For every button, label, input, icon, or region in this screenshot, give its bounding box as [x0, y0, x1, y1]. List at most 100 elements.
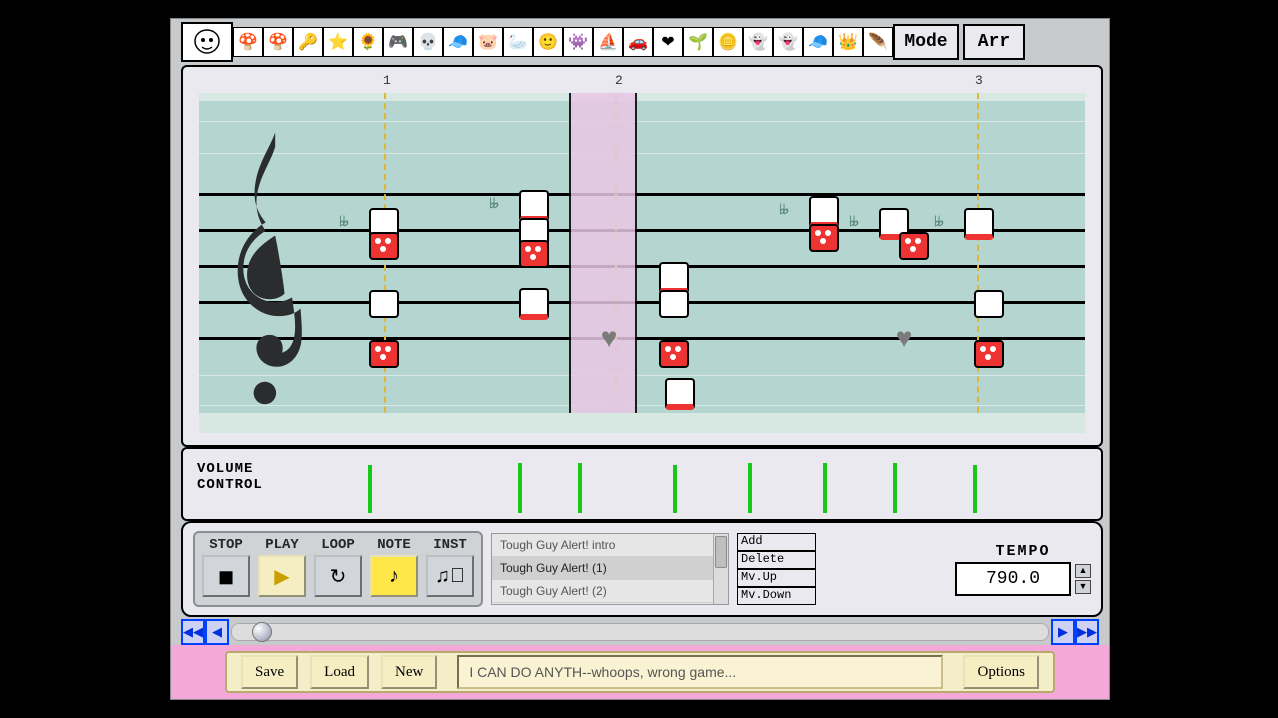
piranha-plant-icon[interactable]: 🌱 — [683, 27, 713, 57]
coin-icon[interactable]: 🪙 — [713, 27, 743, 57]
timeline-scrollbar: ◀◀ ◀ ▶ ▶▶ — [181, 619, 1099, 645]
play-button[interactable]: ▶ — [258, 555, 306, 597]
note-label: NOTE — [377, 537, 411, 553]
volume-bar[interactable] — [368, 465, 372, 513]
pig-icon[interactable]: 🐷 — [473, 27, 503, 57]
tempo-block: TEMPO 790.0 ▲ ▼ — [955, 533, 1091, 605]
note-cake[interactable]: ♭♭ — [964, 211, 994, 237]
options-button[interactable]: Options — [963, 655, 1039, 689]
treble-clef-icon — [223, 123, 318, 423]
tempo-label: TEMPO — [995, 543, 1050, 560]
volume-bar[interactable] — [518, 463, 522, 513]
tempo-up-button[interactable]: ▲ — [1075, 564, 1091, 578]
note-boo[interactable] — [974, 291, 1004, 317]
feather-icon[interactable]: 🪶 — [863, 27, 893, 57]
heart-icon[interactable]: ❤ — [653, 27, 683, 57]
toad-icon[interactable]: 🧢 — [443, 27, 473, 57]
measure-number: 3 — [975, 73, 983, 88]
note-boo[interactable] — [369, 291, 399, 317]
volume-label: VOLUME CONTROL — [197, 461, 263, 493]
note-toggle-button[interactable]: ♪ — [370, 555, 418, 597]
staff-area[interactable]: ♭♭♭♭♥♭♭♭♭♥♭♭ — [199, 93, 1085, 433]
measure-number: 1 — [383, 73, 391, 88]
scroll-home-button[interactable]: ◀◀ — [181, 619, 205, 645]
note-heart[interactable]: ♥ — [594, 325, 624, 351]
boat-icon[interactable]: ⛵ — [593, 27, 623, 57]
save-button[interactable]: Save — [241, 655, 298, 689]
note-cake[interactable] — [519, 291, 549, 317]
mario-cap-icon[interactable]: 🧢 — [803, 27, 833, 57]
fire-flower-icon[interactable]: 🌻 — [353, 27, 383, 57]
scroll-left-button[interactable]: ◀ — [205, 619, 229, 645]
song-list-buttons: Add Delete Mv.Up Mv.Down — [737, 533, 816, 605]
volume-bar[interactable] — [673, 465, 677, 513]
stop-button[interactable]: ◼ — [202, 555, 250, 597]
mario-icon[interactable]: 🍄 — [233, 27, 263, 57]
loop-button[interactable]: ↻ — [314, 555, 362, 597]
song-list-item[interactable]: Tough Guy Alert! intro — [492, 534, 728, 557]
volume-bar[interactable] — [973, 465, 977, 513]
scroll-track[interactable] — [231, 623, 1049, 641]
move-up-button[interactable]: Mv.Up — [737, 569, 816, 587]
new-button[interactable]: New — [381, 655, 437, 689]
boo2-icon[interactable]: 👻 — [773, 27, 803, 57]
song-list[interactable]: Tough Guy Alert! introTough Guy Alert! (… — [491, 533, 729, 605]
peach-icon[interactable]: 👑 — [833, 27, 863, 57]
note-cake[interactable] — [659, 265, 689, 291]
note-boo[interactable] — [659, 291, 689, 317]
selected-instrument[interactable] — [181, 22, 233, 62]
gameboy-icon[interactable]: 🎮 — [383, 27, 413, 57]
volume-panel: VOLUME CONTROL — [181, 447, 1103, 521]
measure-number: 2 — [615, 73, 623, 88]
note-cake[interactable]: ♭♭ — [519, 193, 549, 219]
song-list-item[interactable]: Tough Guy Alert! (1) — [492, 557, 728, 580]
note-cake[interactable]: ♭♭ — [809, 199, 839, 225]
face-icon[interactable]: 🙂 — [533, 27, 563, 57]
song-list-item[interactable]: Tough Guy Alert! (2) — [492, 580, 728, 603]
tempo-value[interactable]: 790.0 — [955, 562, 1071, 596]
volume-bar[interactable] — [748, 463, 752, 513]
load-button[interactable]: Load — [310, 655, 369, 689]
note-mush[interactable] — [974, 341, 1004, 367]
app-window: 🍄🍄🔑⭐🌻🎮💀🧢🐷🦢🙂👾⛵🚗❤🌱🪙👻👻🧢👑🪶 Mode Arr 1 2 3 — [170, 18, 1110, 700]
move-down-button[interactable]: Mv.Down — [737, 587, 816, 605]
instrument-toggle-button[interactable]: ♫⃠ — [426, 555, 474, 597]
shyguy-icon[interactable]: 👻 — [743, 27, 773, 57]
song-list-scrollbar[interactable] — [713, 534, 728, 604]
mode-button[interactable]: Mode — [893, 24, 959, 60]
staff-panel: 1 2 3 ♭♭♭♭♥♭♭♭♭♥♭♭ — [181, 65, 1103, 447]
scroll-right-button[interactable]: ▶ — [1051, 619, 1075, 645]
volume-bar[interactable] — [823, 463, 827, 513]
play-label: PLAY — [265, 537, 299, 553]
scroll-end-button[interactable]: ▶▶ — [1075, 619, 1099, 645]
note-mush[interactable] — [809, 225, 839, 251]
inst-label: INST — [433, 537, 467, 553]
luigi-green-icon[interactable]: 🔑 — [293, 27, 323, 57]
note-mush[interactable] — [519, 241, 549, 267]
playhead[interactable] — [569, 93, 637, 429]
footer-bar: Save Load New I CAN DO ANYTH--whoops, wr… — [171, 645, 1109, 699]
status-message: I CAN DO ANYTH--whoops, wrong game... — [457, 655, 943, 689]
arranger-button[interactable]: Arr — [963, 24, 1025, 60]
note-mush[interactable] — [369, 233, 399, 259]
note-mush[interactable] — [369, 341, 399, 367]
note-mush[interactable] — [659, 341, 689, 367]
note-cake[interactable] — [665, 381, 695, 407]
goomba-icon[interactable]: 👾 — [563, 27, 593, 57]
note-mush[interactable] — [899, 233, 929, 259]
volume-bar[interactable] — [578, 463, 582, 513]
scroll-thumb[interactable] — [252, 622, 272, 642]
dry-bones-icon[interactable]: 💀 — [413, 27, 443, 57]
tempo-down-button[interactable]: ▼ — [1075, 580, 1091, 594]
volume-bar[interactable] — [893, 463, 897, 513]
star-icon[interactable]: ⭐ — [323, 27, 353, 57]
boo-icon — [190, 27, 224, 57]
add-song-button[interactable]: Add — [737, 533, 816, 551]
loop-label: LOOP — [321, 537, 355, 553]
note-heart[interactable]: ♥ — [889, 325, 919, 351]
mushroom-icon[interactable]: 🍄 — [263, 27, 293, 57]
delete-song-button[interactable]: Delete — [737, 551, 816, 569]
car-icon[interactable]: 🚗 — [623, 27, 653, 57]
swan-icon[interactable]: 🦢 — [503, 27, 533, 57]
instrument-toolbar: 🍄🍄🔑⭐🌻🎮💀🧢🐷🦢🙂👾⛵🚗❤🌱🪙👻👻🧢👑🪶 Mode Arr — [181, 23, 1025, 61]
